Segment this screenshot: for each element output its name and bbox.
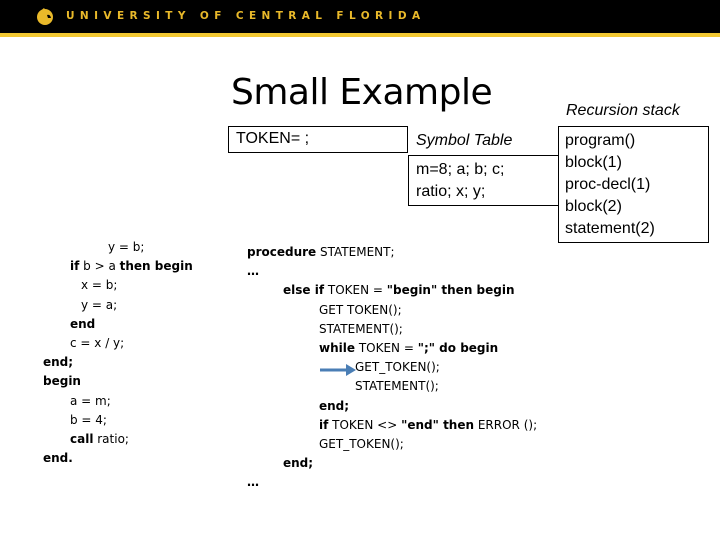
code-keyword: end; — [319, 398, 350, 413]
code-line: if TOKEN <> "end" then ERROR (); — [319, 418, 537, 432]
code-keyword: while — [319, 341, 355, 355]
code-line: y = a; — [81, 298, 117, 312]
code-keyword: end; — [43, 355, 74, 370]
token-label: TOKEN= ; — [236, 130, 310, 147]
code-text: TOKEN = — [324, 283, 387, 298]
slide-title: Small Example — [231, 72, 493, 113]
code-text: GET_TOKEN(); — [319, 437, 404, 451]
code-keyword: then begin — [119, 259, 193, 274]
code-line: procedure STATEMENT; — [247, 245, 395, 259]
code-line: x = b; — [81, 278, 117, 292]
code-line: STATEMENT(); — [319, 322, 403, 336]
recursion-stack-box: program() block(1) proc-decl(1) block(2)… — [558, 126, 709, 243]
code-line: … — [247, 475, 259, 489]
stack-item: statement(2) — [565, 220, 655, 237]
code-line: … — [247, 264, 259, 278]
code-line: end; — [319, 399, 349, 413]
code-text: a = m; — [70, 393, 111, 408]
code-line: y = b; — [108, 240, 144, 254]
code-line: a = m; — [70, 394, 111, 408]
stack-item: block(2) — [565, 198, 622, 215]
code-keyword: "begin" then begin — [386, 283, 515, 298]
symbol-table-label: Symbol Table — [416, 132, 513, 149]
stack-item: program() — [565, 132, 636, 149]
code-line: GET TOKEN(); — [319, 303, 402, 317]
code-text: TOKEN = — [355, 341, 418, 355]
recursion-stack-label: Recursion stack — [566, 102, 680, 119]
code-keyword: end; — [283, 456, 314, 471]
arrow-right-icon — [320, 364, 356, 376]
code-line: end; — [283, 456, 313, 470]
code-line: c = x / y; — [70, 336, 124, 350]
code-text: ratio; — [93, 432, 129, 446]
code-line: end. — [43, 451, 73, 465]
code-text: b = 4; — [70, 412, 107, 427]
code-line: end; — [43, 355, 73, 369]
code-text: STATEMENT(); — [355, 379, 439, 394]
code-text: GET TOKEN(); — [319, 302, 402, 317]
code-keyword: … — [247, 475, 259, 490]
code-line: GET_TOKEN(); — [355, 360, 440, 374]
code-text: TOKEN <> — [328, 417, 402, 432]
code-text: b > a — [79, 259, 120, 274]
token-box: TOKEN= ; — [228, 126, 408, 153]
pegasus-logo-icon — [37, 8, 53, 25]
code-keyword: … — [247, 264, 259, 279]
code-line: GET_TOKEN(); — [319, 437, 404, 451]
code-keyword: end. — [43, 451, 73, 466]
code-keyword: if — [319, 417, 329, 432]
code-line: call ratio; — [70, 432, 129, 446]
code-text: STATEMENT; — [316, 245, 395, 259]
symbol-table-line: m=8; a; b; c; — [416, 161, 505, 178]
code-text: y = b; — [108, 240, 145, 254]
code-line: else if TOKEN = "begin" then begin — [283, 283, 515, 297]
code-keyword: else if — [283, 283, 325, 298]
header-gold-stripe — [0, 33, 720, 37]
code-keyword: if — [70, 259, 80, 274]
code-text: c = x / y; — [70, 336, 125, 350]
code-text: x = b; — [81, 278, 118, 293]
symbol-table-box: m=8; a; b; c; ratio; x; y; — [408, 155, 559, 206]
symbol-table-line: ratio; x; y; — [416, 183, 486, 200]
code-line: b = 4; — [70, 413, 107, 427]
code-line: while TOKEN = ";" do begin — [319, 341, 498, 355]
code-text: ERROR (); — [474, 417, 538, 432]
university-brand: UNIVERSITY OF CENTRAL FLORIDA — [66, 10, 426, 22]
code-text: GET_TOKEN(); — [355, 360, 440, 375]
code-line: if b > a then begin — [70, 259, 193, 273]
code-line: begin — [43, 374, 81, 388]
header-bar: UNIVERSITY OF CENTRAL FLORIDA — [0, 0, 720, 33]
code-keyword: end — [70, 316, 96, 331]
stack-item: block(1) — [565, 154, 622, 171]
code-keyword: "end" then — [401, 417, 475, 432]
code-text: y = a; — [81, 297, 118, 312]
code-line: STATEMENT(); — [355, 379, 439, 393]
code-keyword: ";" do begin — [417, 341, 499, 355]
stack-item: proc-decl(1) — [565, 176, 651, 193]
code-keyword: begin — [43, 374, 81, 389]
code-keyword: procedure — [247, 245, 317, 259]
code-line: end — [70, 317, 95, 331]
code-keyword: call — [70, 432, 94, 446]
code-text: STATEMENT(); — [319, 321, 403, 336]
